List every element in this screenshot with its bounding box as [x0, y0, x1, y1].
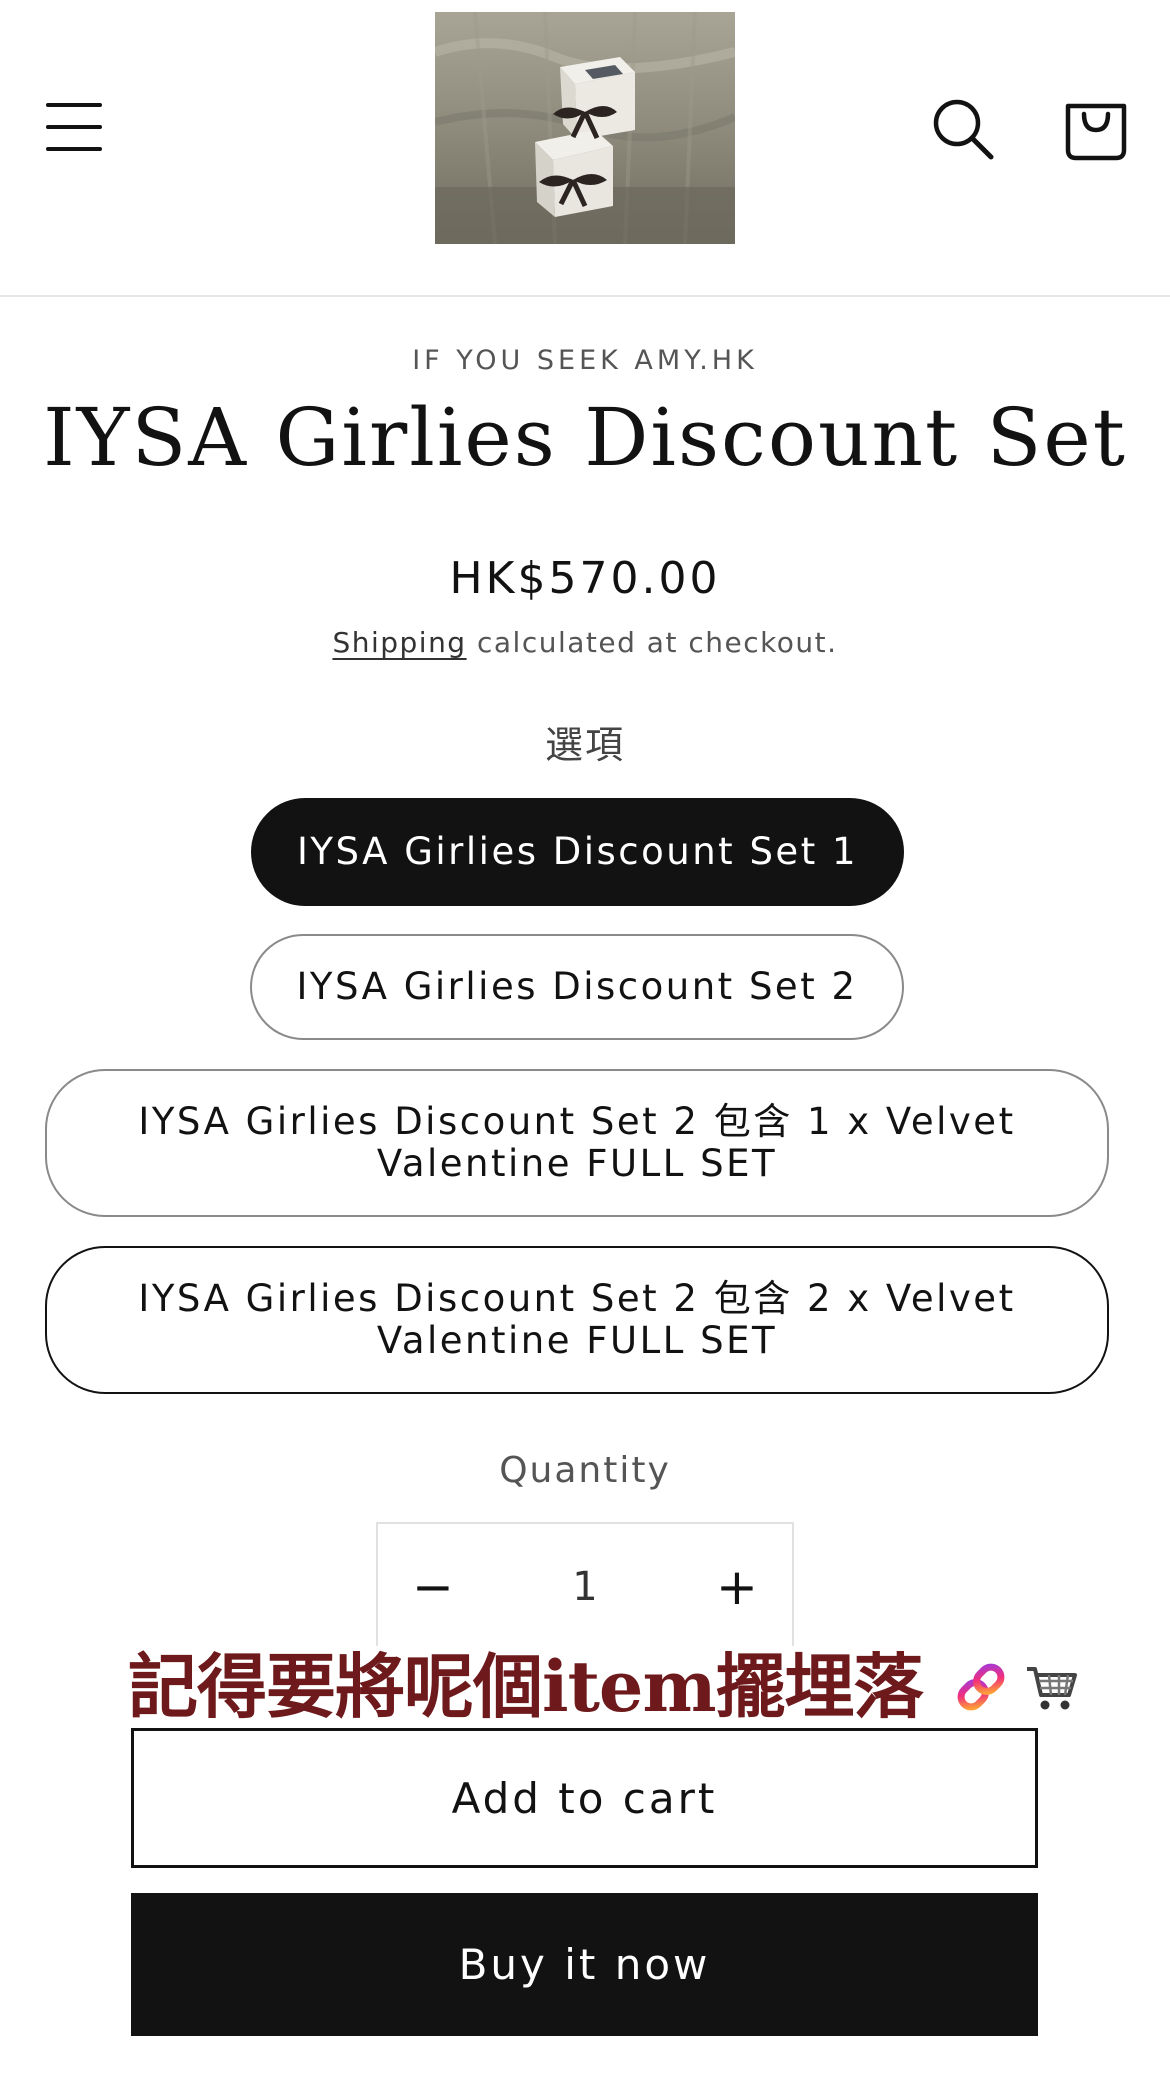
store-logo[interactable] [435, 12, 735, 244]
buy-now-button[interactable]: Buy it now [131, 1893, 1038, 2036]
site-header [0, 0, 1170, 297]
product-page: IF YOU SEEK AMY.HK IYSA Girlies Discount… [0, 0, 1170, 2075]
quantity-input[interactable]: 1 [488, 1524, 682, 1650]
quantity-decrease-button[interactable]: − [378, 1524, 488, 1650]
shopping-bag-icon[interactable] [1064, 96, 1128, 162]
product-vendor: IF YOU SEEK AMY.HK [412, 345, 758, 376]
variant-option-1[interactable]: IYSA Girlies Discount Set 1 [251, 798, 904, 906]
variant-option-4[interactable]: IYSA Girlies Discount Set 2 包含 2 x Velve… [45, 1246, 1109, 1394]
logo-image [435, 12, 735, 244]
variant-option-2[interactable]: IYSA Girlies Discount Set 2 [250, 934, 904, 1040]
quantity-increase-button[interactable]: + [682, 1524, 792, 1650]
variant-option-3[interactable]: IYSA Girlies Discount Set 2 包含 1 x Velve… [45, 1069, 1109, 1217]
hamburger-menu-icon[interactable] [46, 103, 102, 151]
quantity-stepper: − 1 + [376, 1522, 794, 1652]
search-icon[interactable] [932, 98, 994, 160]
quantity-label: Quantity [499, 1450, 671, 1491]
option-label: 選項 [544, 723, 625, 767]
overlay-sticker: 記得要將呢個item擺埋落 [128, 1646, 1079, 1728]
sticker-text: 記得要將呢個item擺埋落 [128, 1645, 924, 1728]
shipping-note-text: calculated at checkout. [466, 626, 838, 659]
add-to-cart-button[interactable]: Add to cart [131, 1728, 1038, 1868]
link-emoji-icon [957, 1663, 1004, 1711]
shipping-link[interactable]: Shipping [332, 626, 466, 659]
product-price: HK$570.00 [449, 553, 721, 604]
shopping-cart-emoji-icon [1026, 1667, 1077, 1710]
product-title: IYSA Girlies Discount Set [43, 391, 1127, 484]
shipping-note: Shipping calculated at checkout. [0, 626, 1170, 659]
